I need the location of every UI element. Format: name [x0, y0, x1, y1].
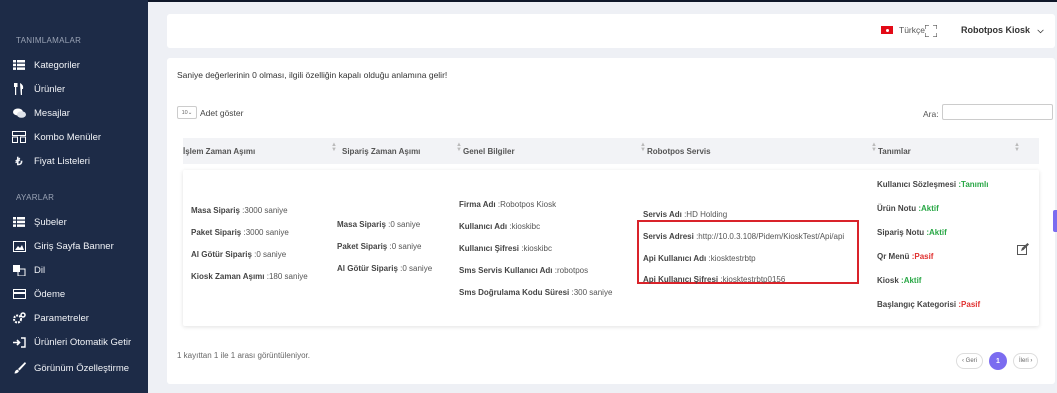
islem-kiosk: Kiosk Zaman Aşımı :180 saniye — [191, 272, 308, 281]
tanim-urun-notu: Ürün Notu :Aktif — [877, 204, 939, 213]
page-length-select[interactable]: 10 ⌄ — [177, 106, 197, 119]
top-strip — [0, 0, 1057, 2]
tanim-sozlesme: Kullanıcı Sözleşmesi :Tanımlı — [877, 180, 989, 189]
sidebar-item-urunler[interactable]: Ürünler — [12, 81, 65, 97]
servis-api-sifre: Api Kullanıcı Şifresi :kiosktestrbtp0156 — [643, 275, 786, 284]
sort-icon[interactable]: ▲ ▼ — [640, 142, 646, 153]
column-header[interactable]: Robotpos Servis — [647, 147, 711, 156]
sort-icon[interactable]: ▲ ▼ — [1014, 142, 1020, 153]
genel-firma: Firma Adı :Robotpos Kiosk — [459, 200, 557, 209]
language-icon — [12, 264, 26, 276]
sidebar-item-label: Kategoriler — [34, 59, 80, 71]
chat-icon — [12, 107, 26, 119]
user-menu[interactable]: Robotpos Kiosk ⌵ — [961, 25, 1044, 36]
tanim-qr-menu: Qr Menü :Pasif — [877, 252, 934, 261]
sort-icon[interactable]: ▲ ▼ — [331, 142, 337, 153]
islem-algotur: Al Götür Sipariş :0 saniye — [191, 250, 287, 259]
sidebar-item-label: Giriş Sayfa Banner — [34, 240, 114, 252]
sidebar-item-gorunum-ozellestirme[interactable]: Görünüm Özelleştirme — [12, 360, 129, 376]
sidebar-item-label: Ürünleri Otomatik Getir — [34, 336, 132, 348]
tanim-kiosk: Kiosk :Aktif — [877, 276, 922, 285]
sort-icon[interactable]: ▲ ▼ — [871, 142, 877, 153]
credit-card-icon — [12, 288, 26, 300]
pagination: ‹ Geri 1 İleri › — [956, 352, 1039, 370]
genel-kullanici: Kullanıcı Adı :kioskibc — [459, 222, 541, 231]
siparis-paket: Paket Sipariş :0 saniye — [337, 242, 422, 251]
column-header[interactable]: Genel Bilgiler — [463, 147, 515, 156]
top-header: Türkçe Robotpos Kiosk ⌵ — [167, 14, 1055, 48]
sidebar-item-fiyat-listeleri[interactable]: ₺ Fiyat Listeleri — [12, 153, 90, 169]
siparis-algotur: Al Götür Sipariş :0 saniye — [337, 264, 433, 273]
servis-api-kullanici: Api Kullanıcı Adı :kiosktestrbtp — [643, 254, 756, 263]
prev-page-button[interactable]: ‹ Geri — [956, 353, 983, 369]
column-header[interactable]: İşlem Zaman Aşımı — [183, 147, 255, 156]
column-header[interactable]: Sipariş Zaman Aşımı — [342, 147, 420, 156]
table-info: 1 kayıttan 1 ile 1 arası görüntüleniyor. — [177, 351, 310, 360]
section-settings: AYARLAR — [16, 193, 55, 202]
servis-adresi: Servis Adresi :http://10.0.3.108/Pidem/K… — [643, 232, 845, 241]
sidebar-item-mesajlar[interactable]: Mesajlar — [12, 105, 70, 121]
fullscreen-icon[interactable] — [924, 24, 938, 38]
sidebar-item-label: Ödeme — [34, 288, 66, 300]
user-name: Robotpos Kiosk — [961, 25, 1030, 35]
column-header[interactable]: Tanımlar — [878, 147, 911, 156]
sidebar-item-dil[interactable]: Dil — [12, 262, 45, 278]
sidebar-item-label: Mesajlar — [34, 107, 70, 119]
brush-icon — [12, 362, 26, 374]
sidebar-item-label: Ürünler — [34, 83, 66, 95]
sidebar-item-urunleri-otomatik-getir[interactable]: Ürünleri Otomatik Getir — [12, 334, 131, 350]
settings-card: Saniye değerlerinin 0 olması, ilgili öze… — [167, 58, 1055, 384]
side-settings-tab[interactable] — [1053, 210, 1057, 232]
genel-sms-kullanici: Sms Servis Kullanıcı Adı :robotpos — [459, 266, 589, 275]
page-length-label: Adet göster — [200, 107, 244, 118]
gears-icon — [12, 312, 26, 324]
sidebar-item-label: Görünüm Özelleştirme — [34, 362, 130, 374]
combo-icon — [12, 131, 26, 143]
siparis-masa: Masa Sipariş :0 saniye — [337, 220, 421, 229]
sidebar-item-giris-sayfa-banner[interactable]: Giriş Sayfa Banner — [12, 238, 114, 254]
sidebar-item-label: Kombo Menüler — [34, 131, 102, 143]
section-definitions: TANIMLAMALAR — [16, 36, 82, 45]
table-header: İşlem Zaman Aşımı ▲ ▼ Sipariş Zaman Aşımı… — [183, 138, 1039, 164]
info-note: Saniye değerlerinin 0 olması, ilgili öze… — [177, 70, 448, 80]
list-icon — [12, 216, 26, 228]
table-row: Masa Sipariş :3000 saniye Paket Sipariş … — [183, 170, 1039, 326]
sort-icon[interactable]: ▲ ▼ — [456, 142, 462, 153]
sidebar-item-kategoriler[interactable]: Kategoriler — [12, 57, 80, 73]
list-icon — [12, 59, 26, 71]
islem-masa: Masa Sipariş :3000 saniye — [191, 206, 288, 215]
sidebar-item-label: Dil — [34, 264, 46, 276]
language-selector[interactable]: Türkçe — [899, 25, 925, 35]
sidebar-item-label: Şubeler — [34, 216, 67, 228]
image-icon — [12, 240, 26, 252]
sidebar-item-odeme[interactable]: Ödeme — [12, 286, 65, 302]
genel-sifre: Kullanıcı Şifresi :kioskibc — [459, 244, 552, 253]
search-label: Ara: — [923, 109, 939, 119]
tanim-siparis-notu: Sipariş Notu :Aktif — [877, 228, 947, 237]
genel-sms-sure: Sms Doğrulama Kodu Süresi :300 saniye — [459, 288, 613, 297]
sidebar-item-subeler[interactable]: Şubeler — [12, 214, 67, 230]
sign-in-icon — [12, 336, 26, 348]
islem-paket: Paket Sipariş :3000 saniye — [191, 228, 289, 237]
chevron-down-icon: ⌵ — [1037, 26, 1044, 35]
turkey-flag-icon[interactable] — [881, 26, 893, 34]
search-input[interactable] — [942, 104, 1053, 120]
next-page-button[interactable]: İleri › — [1013, 353, 1039, 369]
sidebar-item-label: Parametreler — [34, 312, 89, 324]
sidebar: TANIMLAMALAR Kategoriler Ürünler Mesajla… — [0, 0, 148, 393]
page-1-button[interactable]: 1 — [989, 352, 1007, 370]
sidebar-item-parametreler[interactable]: Parametreler — [12, 310, 89, 326]
tanim-baslangic-kategorisi: Başlangıç Kategorisi :Pasif — [877, 300, 981, 309]
page-length-control: 10 ⌄ Adet göster — [177, 106, 243, 119]
sidebar-item-kombo-menuler[interactable]: Kombo Menüler — [12, 129, 101, 145]
sidebar-item-label: Fiyat Listeleri — [34, 155, 90, 167]
currency-icon: ₺ — [15, 155, 23, 168]
edit-icon[interactable] — [1017, 242, 1029, 255]
servis-adi: Servis Adı :HD Holding — [643, 210, 728, 219]
cutlery-icon — [12, 83, 26, 95]
